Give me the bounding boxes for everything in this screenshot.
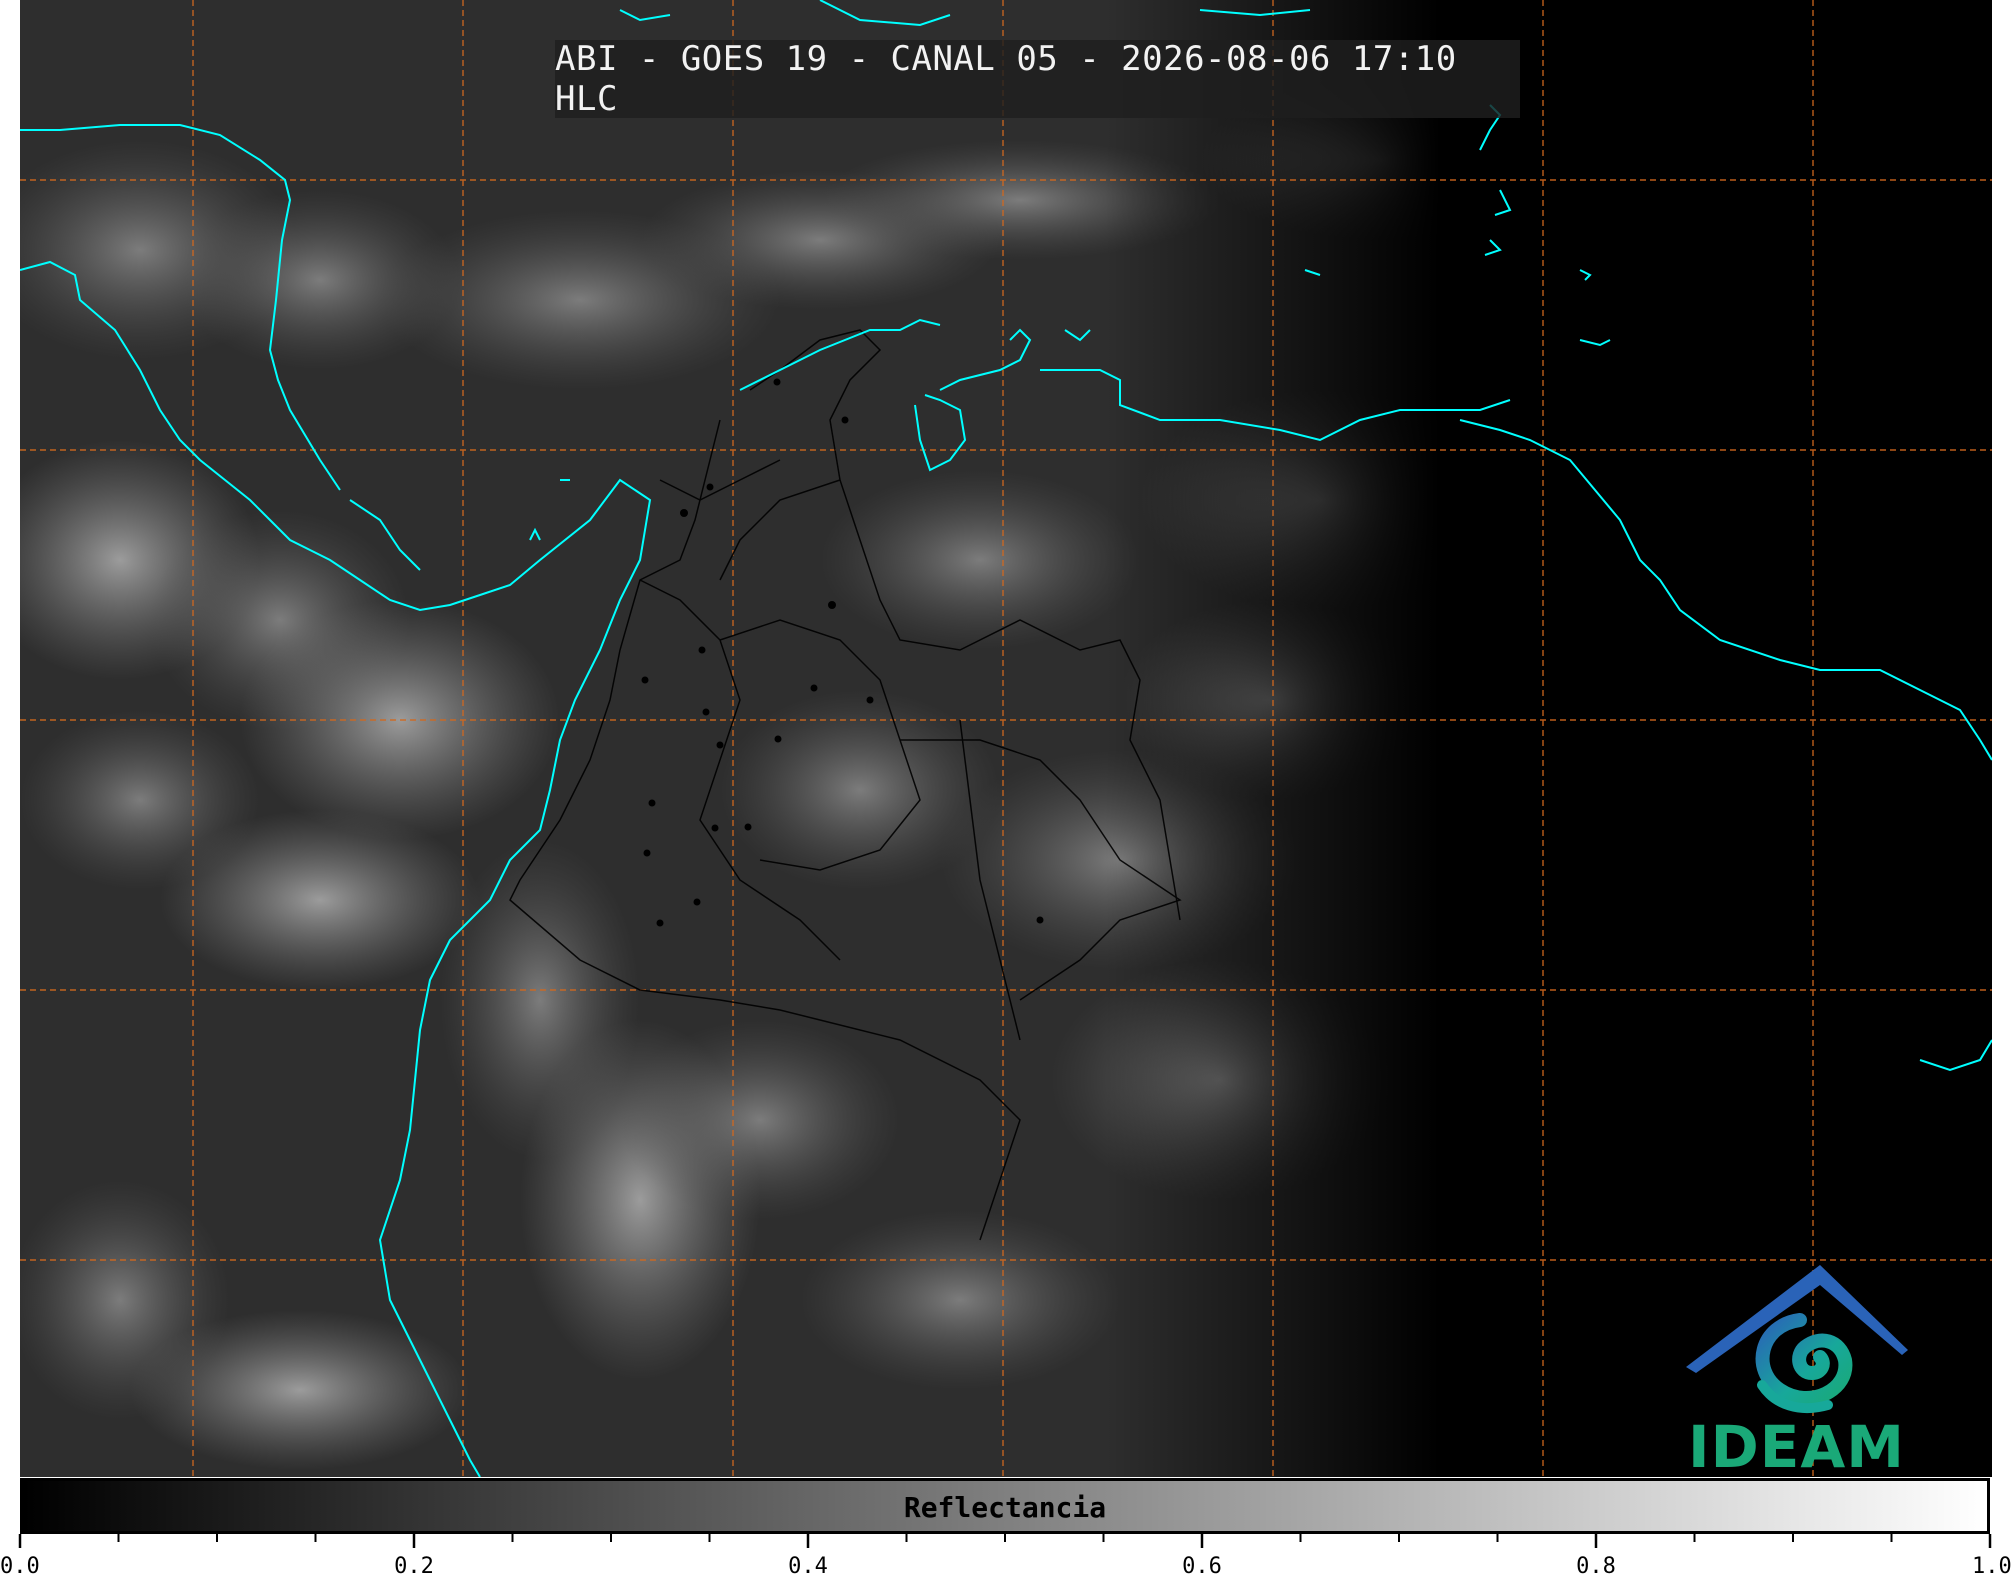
- map-title: ABI - GOES 19 - CANAL 05 - 2026-08-06 17…: [555, 39, 1520, 119]
- colorbar-label: Reflectancia: [903, 1491, 1107, 1524]
- tick-label: 0.4: [788, 1554, 828, 1579]
- tick-label: 1.0: [1972, 1554, 2011, 1579]
- logo-text: IDEAM: [1688, 1413, 1905, 1477]
- tick-label: 0.6: [1182, 1554, 1222, 1579]
- tick-label: 0.8: [1576, 1554, 1616, 1579]
- colorbar: Reflectancia: [20, 1478, 1990, 1534]
- satellite-map[interactable]: ABI - GOES 19 - CANAL 05 - 2026-08-06 17…: [20, 0, 1992, 1477]
- colorbar-ticks: [18, 1534, 1992, 1548]
- tick-label: 0.0: [0, 1554, 40, 1579]
- tick-label: 0.2: [394, 1554, 434, 1579]
